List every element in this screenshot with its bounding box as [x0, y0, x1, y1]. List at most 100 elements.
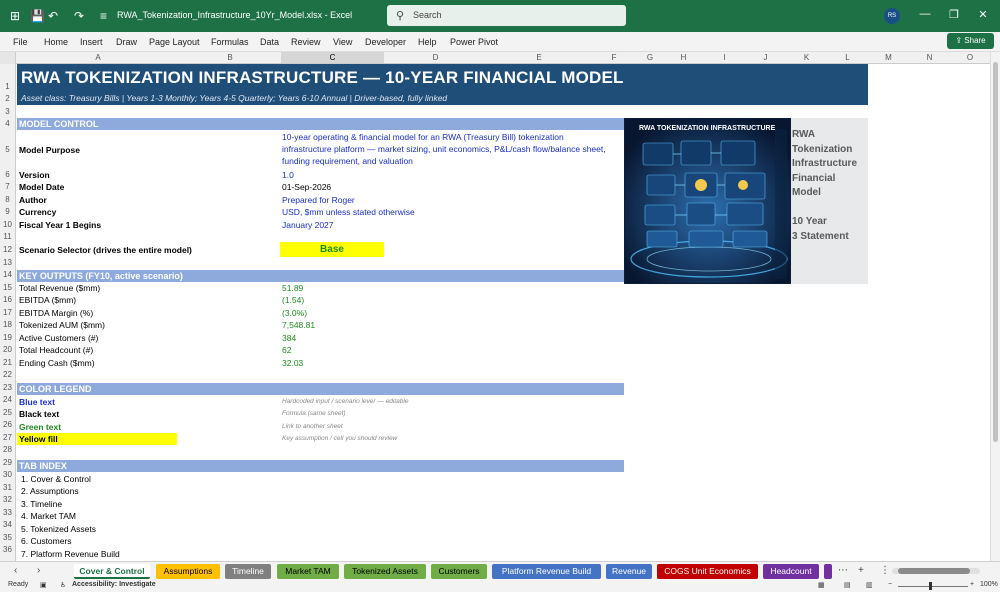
- minimize-icon[interactable]: —: [917, 8, 933, 20]
- menu-home[interactable]: Home: [44, 37, 68, 47]
- menu-data[interactable]: Data: [260, 37, 279, 47]
- row-header[interactable]: 11: [0, 232, 15, 241]
- menu-page-layout[interactable]: Page Layout: [149, 37, 200, 47]
- row-header[interactable]: 34: [0, 520, 15, 529]
- row-header[interactable]: 10: [0, 220, 15, 229]
- row-header[interactable]: 16: [0, 295, 15, 304]
- tab-index-item[interactable]: 4. Market TAM: [21, 511, 76, 521]
- select-all-corner[interactable]: [0, 52, 16, 64]
- row-header[interactable]: 36: [0, 545, 15, 554]
- zoom-slider-handle[interactable]: [929, 582, 932, 590]
- row-header[interactable]: 30: [0, 470, 15, 479]
- column-header-i[interactable]: I: [704, 53, 745, 62]
- save-icon[interactable]: 💾: [30, 9, 45, 23]
- row-header[interactable]: 15: [0, 283, 15, 292]
- tab-index-item[interactable]: 3. Timeline: [21, 499, 62, 509]
- currency-value[interactable]: USD, $mm unless stated otherwise: [282, 207, 415, 217]
- row-header[interactable]: 27: [0, 433, 15, 442]
- output-value[interactable]: 32.03: [282, 358, 303, 368]
- model-purpose-line[interactable]: funding requirement, and valuation: [282, 156, 413, 166]
- tab-index-item[interactable]: 2. Assumptions: [21, 486, 79, 496]
- column-header-n[interactable]: N: [909, 53, 950, 62]
- search-box[interactable]: ⚲ Search: [387, 5, 626, 26]
- column-header-e[interactable]: E: [487, 53, 591, 62]
- menu-help[interactable]: Help: [418, 37, 437, 47]
- tab-index-item[interactable]: 1. Cover & Control: [21, 474, 91, 484]
- row-header[interactable]: 6: [0, 170, 15, 179]
- row-header[interactable]: 1: [0, 82, 15, 91]
- row-header[interactable]: 32: [0, 495, 15, 504]
- row-header[interactable]: 8: [0, 195, 15, 204]
- row-header[interactable]: 13: [0, 258, 15, 267]
- output-value[interactable]: 51.89: [282, 283, 303, 293]
- menu-review[interactable]: Review: [291, 37, 321, 47]
- column-header-c[interactable]: C: [281, 52, 384, 63]
- model-purpose-line[interactable]: infrastructure platform — market sizing,…: [282, 144, 606, 154]
- customize-toolbar-icon[interactable]: ≡: [100, 9, 107, 23]
- row-header[interactable]: 23: [0, 383, 15, 392]
- row-header[interactable]: 35: [0, 533, 15, 542]
- tab-tokenized-assets[interactable]: Tokenized Assets: [344, 564, 426, 579]
- tab-customers[interactable]: Customers: [431, 564, 487, 579]
- row-header[interactable]: 24: [0, 395, 15, 404]
- add-sheet-icon[interactable]: +: [858, 565, 864, 576]
- column-header-a[interactable]: A: [17, 53, 179, 62]
- accessibility-icon[interactable]: ♿: [60, 581, 66, 589]
- column-header-m[interactable]: M: [868, 53, 909, 62]
- column-header-g[interactable]: G: [637, 53, 663, 62]
- menu-developer[interactable]: Developer: [365, 37, 406, 47]
- macro-icon[interactable]: ▣: [40, 581, 47, 589]
- output-value[interactable]: (3.0%): [282, 308, 307, 318]
- close-icon[interactable]: ✕: [975, 8, 991, 21]
- row-header[interactable]: 5: [0, 145, 15, 154]
- column-header-h[interactable]: H: [663, 53, 704, 62]
- tab-cover-control[interactable]: Cover & Control: [74, 564, 150, 579]
- worksheet-grid[interactable]: RWA TOKENIZATION INFRASTRUCTURE — 10-YEA…: [17, 64, 990, 561]
- menu-power-pivot[interactable]: Power Pivot: [450, 37, 498, 47]
- cover-image[interactable]: RWA TOKENIZATION INFRASTRUCTURE: [624, 118, 791, 284]
- tab-timeline[interactable]: Timeline: [225, 564, 271, 579]
- restore-icon[interactable]: ❐: [946, 8, 962, 21]
- horizontal-scroll-thumb[interactable]: [898, 568, 970, 574]
- output-value[interactable]: 7,548.81: [282, 320, 315, 330]
- row-header[interactable]: 2: [0, 94, 15, 103]
- menu-file[interactable]: File: [13, 37, 28, 47]
- undo-icon[interactable]: ↶: [48, 9, 58, 23]
- row-header[interactable]: 7: [0, 182, 15, 191]
- row-header[interactable]: 14: [0, 270, 15, 279]
- column-header-f[interactable]: F: [591, 53, 637, 62]
- column-header-l[interactable]: L: [827, 53, 868, 62]
- share-button[interactable]: ⇪ Share: [947, 33, 994, 49]
- tab-assumptions[interactable]: Assumptions: [156, 564, 220, 579]
- normal-view-icon[interactable]: ▦: [818, 581, 825, 589]
- horizontal-scrollbar[interactable]: [892, 568, 980, 574]
- row-header[interactable]: 22: [0, 370, 15, 379]
- tab-options-icon[interactable]: ⋮: [880, 565, 890, 576]
- accessibility-status[interactable]: Accessibility: Investigate: [72, 581, 156, 588]
- model-date-value[interactable]: 01-Sep-2026: [282, 182, 331, 192]
- column-header-b[interactable]: B: [179, 53, 281, 62]
- tab-market-tam[interactable]: Market TAM: [277, 564, 339, 579]
- row-header[interactable]: 4: [0, 119, 15, 128]
- row-header[interactable]: 25: [0, 408, 15, 417]
- zoom-slider[interactable]: [898, 586, 968, 587]
- menu-insert[interactable]: Insert: [80, 37, 103, 47]
- row-header[interactable]: 18: [0, 320, 15, 329]
- column-header-j[interactable]: J: [745, 53, 786, 62]
- row-header[interactable]: 9: [0, 207, 15, 216]
- menu-view[interactable]: View: [333, 37, 352, 47]
- row-header[interactable]: 33: [0, 508, 15, 517]
- row-header[interactable]: 28: [0, 445, 15, 454]
- page-break-view-icon[interactable]: ▥: [866, 581, 873, 589]
- row-header[interactable]: 12: [0, 245, 15, 254]
- row-header[interactable]: 29: [0, 458, 15, 467]
- menu-formulas[interactable]: Formulas: [211, 37, 249, 47]
- zoom-level[interactable]: 100%: [980, 581, 998, 588]
- output-value[interactable]: 384: [282, 333, 296, 343]
- tab-cogs-unit-economics[interactable]: COGS Unit Economics: [657, 564, 758, 579]
- row-header[interactable]: 3: [0, 107, 15, 116]
- tab-scroll-left-icon[interactable]: ‹: [14, 565, 17, 576]
- column-header-d[interactable]: D: [384, 53, 487, 62]
- zoom-in-icon[interactable]: +: [970, 581, 974, 588]
- avatar[interactable]: RS: [884, 8, 900, 24]
